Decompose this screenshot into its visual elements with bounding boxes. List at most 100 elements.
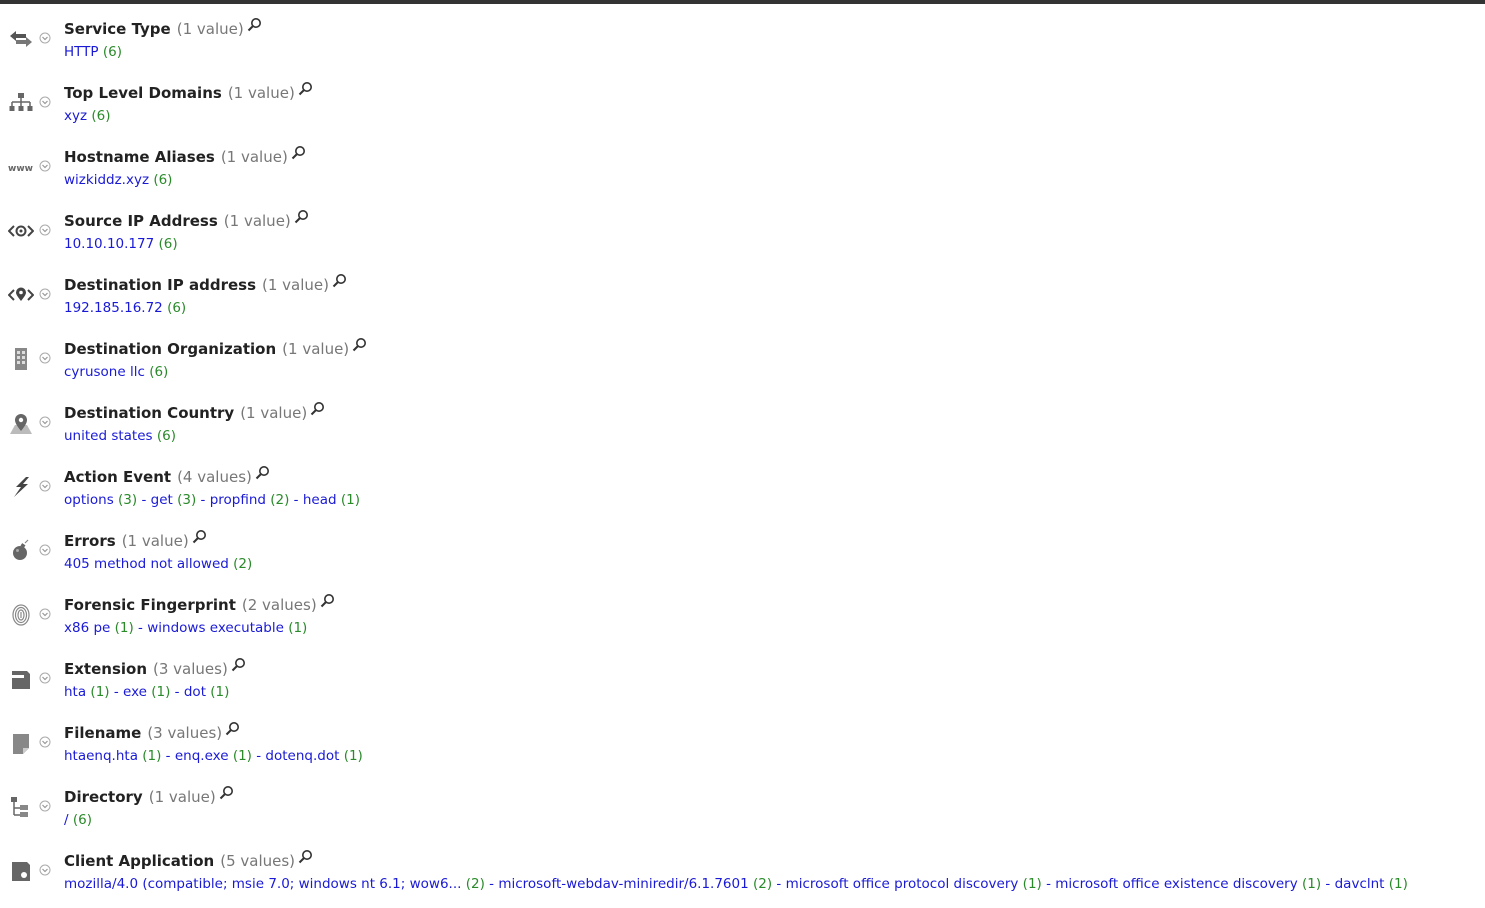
meta-value-link[interactable]: dot: [184, 684, 206, 700]
meta-title: Destination Organization: [64, 340, 277, 358]
magnifier-icon[interactable]: [320, 593, 335, 608]
value-separator: -: [1041, 876, 1056, 892]
meta-value-count: (3): [118, 492, 138, 508]
meta-values: 192.185.16.72 (6): [64, 298, 186, 318]
meta-header: Source IP Address (1 value): [64, 209, 309, 233]
collapse-toggle-icon[interactable]: [39, 288, 51, 300]
meta-value-link[interactable]: microsoft office protocol discovery: [786, 876, 1019, 892]
meta-title: Destination Country: [64, 404, 235, 422]
meta-value-count: (1 value): [282, 340, 350, 358]
collapse-toggle-icon[interactable]: [39, 544, 51, 556]
meta-group-destination-organization: Destination Organization (1 value) cyruso…: [0, 320, 1485, 384]
magnifier-icon[interactable]: [298, 849, 313, 864]
meta-title: Top Level Domains: [64, 84, 222, 102]
collapse-toggle-icon[interactable]: [39, 416, 51, 428]
meta-value-link[interactable]: 405 method not allowed: [64, 556, 229, 572]
magnifier-icon[interactable]: [332, 273, 347, 288]
collapse-toggle-icon[interactable]: [39, 96, 51, 108]
meta-value-count: (1): [1302, 876, 1322, 892]
meta-value-count: (1 value): [220, 148, 288, 166]
meta-value-count: (6): [153, 172, 173, 188]
meta-value-link[interactable]: x86 pe: [64, 620, 110, 636]
meta-title: Filename: [64, 724, 142, 742]
meta-value-link[interactable]: options: [64, 492, 114, 508]
collapse-toggle-icon[interactable]: [39, 224, 51, 236]
magnifier-icon[interactable]: [231, 657, 246, 672]
meta-header: Directory (1 value): [64, 785, 234, 809]
meta-value-link[interactable]: get: [151, 492, 173, 508]
meta-value-link[interactable]: xyz: [64, 108, 87, 124]
meta-title: Source IP Address: [64, 212, 218, 230]
meta-values: / (6): [64, 810, 92, 830]
fingerprint-icon: [8, 602, 34, 628]
meta-group-service-type: Service Type (1 value) HTTP (6): [0, 0, 1485, 64]
collapse-toggle-icon[interactable]: [39, 160, 51, 172]
meta-value-count: (2): [465, 876, 485, 892]
meta-value-link[interactable]: mozilla/4.0 (compatible; msie 7.0; windo…: [64, 876, 461, 892]
meta-value-link[interactable]: dotenq.dot: [265, 748, 339, 764]
collapse-toggle-icon[interactable]: [39, 352, 51, 364]
magnifier-icon[interactable]: [298, 81, 313, 96]
meta-value-count: (1 value): [240, 404, 308, 422]
collapse-toggle-icon[interactable]: [39, 864, 51, 876]
value-separator: -: [137, 492, 151, 508]
meta-value-link[interactable]: cyrusone llc: [64, 364, 145, 380]
magnifier-icon[interactable]: [219, 785, 234, 800]
meta-values: options (3) - get (3) - propfind (2) - h…: [64, 490, 360, 510]
meta-header: Destination IP address (1 value): [64, 273, 347, 297]
lightning-icon: [8, 474, 34, 500]
meta-values: HTTP (6): [64, 42, 122, 62]
meta-header: Filename (3 values): [64, 721, 240, 745]
meta-title: Service Type: [64, 20, 171, 38]
magnifier-icon[interactable]: [352, 337, 367, 352]
collapse-toggle-icon[interactable]: [39, 32, 51, 44]
magnifier-icon[interactable]: [291, 145, 306, 160]
meta-value-link[interactable]: htaenq.hta: [64, 748, 138, 764]
collapse-toggle-icon[interactable]: [39, 736, 51, 748]
magnifier-icon[interactable]: [192, 529, 207, 544]
meta-value-count: (2): [270, 492, 290, 508]
collapse-toggle-icon[interactable]: [39, 608, 51, 620]
collapse-toggle-icon[interactable]: [39, 800, 51, 812]
meta-title: Errors: [64, 532, 116, 550]
meta-value-count: (1 value): [262, 276, 330, 294]
meta-value-link[interactable]: enq.exe: [175, 748, 229, 764]
meta-value-link[interactable]: microsoft-webdav-miniredir/6.1.7601: [498, 876, 748, 892]
value-separator: -: [251, 748, 266, 764]
meta-values: x86 pe (1) - windows executable (1): [64, 618, 307, 638]
meta-title: Directory: [64, 788, 143, 806]
meta-group-extension: Extension (3 values) hta (1) - exe (1) - …: [0, 640, 1485, 704]
bomb-icon: [8, 538, 34, 564]
map-pin-icon: [8, 410, 34, 436]
file-extension-icon: [8, 666, 34, 692]
magnifier-icon[interactable]: [310, 401, 325, 416]
meta-value-link[interactable]: hta: [64, 684, 86, 700]
meta-value-link[interactable]: /: [64, 812, 69, 828]
meta-value-link[interactable]: microsoft office existence discovery: [1055, 876, 1297, 892]
magnifier-icon[interactable]: [225, 721, 240, 736]
meta-value-count: (1 value): [121, 532, 189, 550]
meta-value-count: (4 values): [177, 468, 252, 486]
meta-value-link[interactable]: propfind: [210, 492, 266, 508]
meta-value-link[interactable]: exe: [123, 684, 147, 700]
meta-value-link[interactable]: 10.10.10.177: [64, 236, 154, 252]
meta-value-link[interactable]: united states: [64, 428, 153, 444]
value-separator: -: [109, 684, 124, 700]
magnifier-icon[interactable]: [255, 465, 270, 480]
meta-group-forensic-fingerprint: Forensic Fingerprint (2 values) x86 pe (1…: [0, 576, 1485, 640]
collapse-toggle-icon[interactable]: [39, 672, 51, 684]
meta-header: Extension (3 values): [64, 657, 246, 681]
meta-value-link[interactable]: windows executable: [147, 620, 284, 636]
magnifier-icon[interactable]: [247, 17, 262, 32]
meta-value-link[interactable]: davclnt: [1335, 876, 1385, 892]
meta-value-link[interactable]: HTTP: [64, 44, 99, 60]
meta-value-link[interactable]: head: [303, 492, 337, 508]
meta-group-directory: Directory (1 value) / (6): [0, 768, 1485, 832]
meta-value-link[interactable]: 192.185.16.72: [64, 300, 163, 316]
meta-value-count: (6): [149, 364, 169, 380]
collapse-toggle-icon[interactable]: [39, 480, 51, 492]
meta-value-link[interactable]: wizkiddz.xyz: [64, 172, 149, 188]
meta-value-count: (6): [72, 812, 92, 828]
meta-group-destination-ip-address: Destination IP address (1 value) 192.185.…: [0, 256, 1485, 320]
magnifier-icon[interactable]: [294, 209, 309, 224]
